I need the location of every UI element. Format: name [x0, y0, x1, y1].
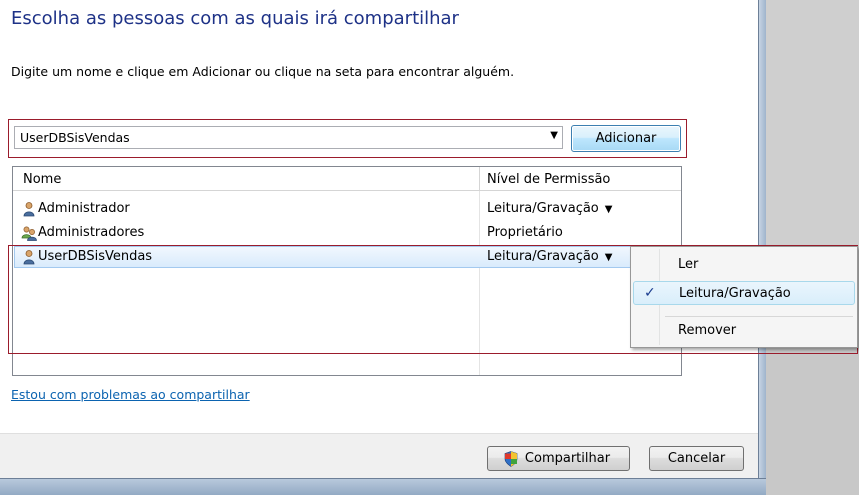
share-dialog: Escolha as pessoas com as quais irá comp…	[0, 0, 758, 478]
row-permission[interactable]: Leitura/Gravação ▼	[487, 201, 612, 216]
menu-item-label: Ler	[678, 257, 699, 272]
group-icon	[21, 226, 37, 241]
sharing-problems-link[interactable]: Estou com problemas ao compartilhar	[11, 387, 250, 402]
column-divider	[479, 167, 480, 191]
menu-item-label: Remover	[678, 323, 737, 338]
dialog-title: Escolha as pessoas com as quais irá comp…	[11, 8, 459, 29]
row-permission: Proprietário	[487, 225, 563, 240]
highlight-frame-picker	[8, 119, 687, 158]
permission-context-menu: Ler ✓ Leitura/Gravação Remover	[630, 246, 858, 348]
share-button-label: Compartilhar	[524, 451, 611, 466]
column-header-permission[interactable]: Nível de Permissão	[487, 172, 610, 187]
list-header: Nome Nível de Permissão	[13, 167, 681, 191]
menu-item-leitura-gravacao[interactable]: ✓ Leitura/Gravação	[633, 281, 855, 305]
window-frame-bottom	[0, 478, 766, 495]
share-button[interactable]: Compartilhar	[487, 446, 630, 471]
row-name: Administrador	[38, 201, 130, 216]
menu-separator	[665, 316, 853, 317]
instruction-text: Digite um nome e clique em Adicionar ou …	[11, 64, 515, 79]
cancel-button[interactable]: Cancelar	[649, 446, 744, 471]
menu-item-label: Leitura/Gravação	[679, 286, 791, 301]
user-icon	[23, 202, 35, 217]
column-header-name[interactable]: Nome	[23, 172, 61, 187]
permission-dropdown-icon[interactable]: ▼	[605, 204, 613, 215]
permission-label: Leitura/Gravação	[487, 201, 599, 216]
row-name: Administradores	[38, 225, 145, 240]
desktop-background-upper	[766, 0, 859, 246]
checkmark-icon: ✓	[644, 285, 656, 301]
list-row-administrador[interactable]: Administrador Leitura/Gravação ▼	[14, 198, 680, 220]
menu-item-ler[interactable]: Ler	[633, 253, 855, 277]
dialog-footer	[0, 433, 758, 478]
shield-icon	[504, 451, 518, 467]
menu-item-remover[interactable]: Remover	[633, 319, 855, 343]
list-row-administradores[interactable]: Administradores Proprietário	[14, 222, 680, 244]
